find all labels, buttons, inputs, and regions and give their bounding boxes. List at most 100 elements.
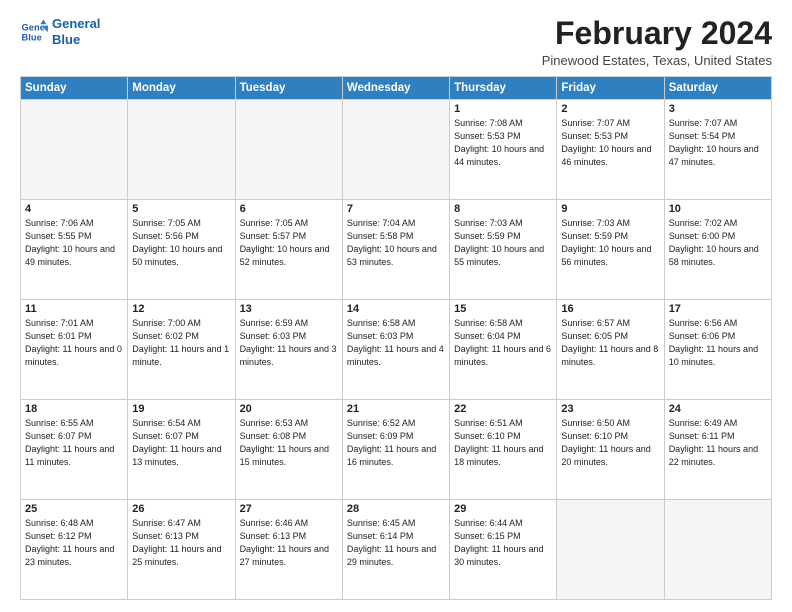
day-number: 4 <box>25 203 123 215</box>
main-title: February 2024 <box>542 16 772 51</box>
day-number: 21 <box>347 403 445 415</box>
logo-icon: General Blue <box>20 18 48 46</box>
day-number: 24 <box>669 403 767 415</box>
calendar-cell: 19Sunrise: 6:54 AMSunset: 6:07 PMDayligh… <box>128 400 235 500</box>
calendar-cell: 8Sunrise: 7:03 AMSunset: 5:59 PMDaylight… <box>450 200 557 300</box>
day-info: Sunrise: 6:52 AMSunset: 6:09 PMDaylight:… <box>347 417 445 469</box>
day-number: 23 <box>561 403 659 415</box>
col-header-saturday: Saturday <box>664 77 771 100</box>
svg-text:Blue: Blue <box>22 32 42 42</box>
col-header-friday: Friday <box>557 77 664 100</box>
day-info: Sunrise: 6:47 AMSunset: 6:13 PMDaylight:… <box>132 517 230 569</box>
calendar-cell: 2 Sunrise: 7:07 AMSunset: 5:53 PMDaylight… <box>557 100 664 200</box>
calendar-cell <box>664 500 771 600</box>
calendar-cell <box>342 100 449 200</box>
logo-line1: General <box>52 16 100 31</box>
calendar-cell: 15 Sunrise: 6:58 AMSunset: 6:04 PMDayligh… <box>450 300 557 400</box>
day-info: Sunrise: 6:44 AMSunset: 6:15 PMDaylight:… <box>454 517 552 569</box>
calendar-week-5: 25 Sunrise: 6:48 AMSunset: 6:12 PMDayligh… <box>21 500 772 600</box>
logo: General Blue General Blue <box>20 16 100 47</box>
calendar-header-row: SundayMondayTuesdayWednesdayThursdayFrid… <box>21 77 772 100</box>
day-info: Sunrise: 6:56 AMSunset: 6:06 PMDaylight:… <box>669 317 767 369</box>
day-info: Sunrise: 6:49 AMSunset: 6:11 PMDaylight:… <box>669 417 767 469</box>
calendar-cell: 9 Sunrise: 7:03 AMSunset: 5:59 PMDaylight… <box>557 200 664 300</box>
day-number: 5 <box>132 203 230 215</box>
day-info: Sunrise: 6:54 AMSunset: 6:07 PMDaylight:… <box>132 417 230 469</box>
day-info: Sunrise: 7:01 AMSunset: 6:01 PMDaylight:… <box>25 317 123 369</box>
day-info: Sunrise: 6:51 AMSunset: 6:10 PMDaylight:… <box>454 417 552 469</box>
col-header-thursday: Thursday <box>450 77 557 100</box>
col-header-monday: Monday <box>128 77 235 100</box>
day-number: 1 <box>454 103 552 115</box>
day-info: Sunrise: 6:53 AMSunset: 6:08 PMDaylight:… <box>240 417 338 469</box>
calendar-cell: 7 Sunrise: 7:04 AMSunset: 5:58 PMDaylight… <box>342 200 449 300</box>
calendar-week-2: 4 Sunrise: 7:06 AMSunset: 5:55 PMDaylight… <box>21 200 772 300</box>
day-number: 29 <box>454 503 552 515</box>
calendar-cell: 23Sunrise: 6:50 AMSunset: 6:10 PMDayligh… <box>557 400 664 500</box>
calendar-cell: 14Sunrise: 6:58 AMSunset: 6:03 PMDayligh… <box>342 300 449 400</box>
calendar-cell: 26 Sunrise: 6:47 AMSunset: 6:13 PMDayligh… <box>128 500 235 600</box>
calendar-table: SundayMondayTuesdayWednesdayThursdayFrid… <box>20 76 772 600</box>
subtitle: Pinewood Estates, Texas, United States <box>542 53 772 68</box>
calendar-cell: 28 Sunrise: 6:45 AMSunset: 6:14 PMDayligh… <box>342 500 449 600</box>
calendar-cell: 25 Sunrise: 6:48 AMSunset: 6:12 PMDayligh… <box>21 500 128 600</box>
day-number: 8 <box>454 203 552 215</box>
calendar-cell <box>128 100 235 200</box>
day-number: 7 <box>347 203 445 215</box>
calendar-cell: 29 Sunrise: 6:44 AMSunset: 6:15 PMDayligh… <box>450 500 557 600</box>
calendar-cell: 20 Sunrise: 6:53 AMSunset: 6:08 PMDayligh… <box>235 400 342 500</box>
col-header-tuesday: Tuesday <box>235 77 342 100</box>
day-info: Sunrise: 6:48 AMSunset: 6:12 PMDaylight:… <box>25 517 123 569</box>
day-info: Sunrise: 6:58 AMSunset: 6:03 PMDaylight:… <box>347 317 445 369</box>
day-info: Sunrise: 6:45 AMSunset: 6:14 PMDaylight:… <box>347 517 445 569</box>
calendar-cell: 1 Sunrise: 7:08 AMSunset: 5:53 PMDaylight… <box>450 100 557 200</box>
day-info: Sunrise: 7:07 AMSunset: 5:53 PMDaylight:… <box>561 117 659 169</box>
calendar-cell: 13Sunrise: 6:59 AMSunset: 6:03 PMDayligh… <box>235 300 342 400</box>
calendar-cell: 16 Sunrise: 6:57 AMSunset: 6:05 PMDayligh… <box>557 300 664 400</box>
day-number: 3 <box>669 103 767 115</box>
day-info: Sunrise: 7:00 AMSunset: 6:02 PMDaylight:… <box>132 317 230 369</box>
calendar-cell: 11 Sunrise: 7:01 AMSunset: 6:01 PMDayligh… <box>21 300 128 400</box>
day-number: 9 <box>561 203 659 215</box>
logo-text: General Blue <box>52 16 100 47</box>
col-header-sunday: Sunday <box>21 77 128 100</box>
day-number: 20 <box>240 403 338 415</box>
calendar-cell: 27 Sunrise: 6:46 AMSunset: 6:13 PMDayligh… <box>235 500 342 600</box>
day-number: 2 <box>561 103 659 115</box>
col-header-wednesday: Wednesday <box>342 77 449 100</box>
day-number: 25 <box>25 503 123 515</box>
calendar-week-3: 11 Sunrise: 7:01 AMSunset: 6:01 PMDayligh… <box>21 300 772 400</box>
day-number: 12 <box>132 303 230 315</box>
day-number: 27 <box>240 503 338 515</box>
day-info: Sunrise: 7:02 AMSunset: 6:00 PMDaylight:… <box>669 217 767 269</box>
day-info: Sunrise: 7:05 AMSunset: 5:56 PMDaylight:… <box>132 217 230 269</box>
calendar-cell: 3 Sunrise: 7:07 AMSunset: 5:54 PMDaylight… <box>664 100 771 200</box>
calendar-cell: 6Sunrise: 7:05 AMSunset: 5:57 PMDaylight… <box>235 200 342 300</box>
day-info: Sunrise: 7:07 AMSunset: 5:54 PMDaylight:… <box>669 117 767 169</box>
day-info: Sunrise: 6:46 AMSunset: 6:13 PMDaylight:… <box>240 517 338 569</box>
day-info: Sunrise: 6:55 AMSunset: 6:07 PMDaylight:… <box>25 417 123 469</box>
day-number: 28 <box>347 503 445 515</box>
day-info: Sunrise: 7:04 AMSunset: 5:58 PMDaylight:… <box>347 217 445 269</box>
calendar-cell <box>21 100 128 200</box>
day-number: 16 <box>561 303 659 315</box>
calendar-cell: 12 Sunrise: 7:00 AMSunset: 6:02 PMDayligh… <box>128 300 235 400</box>
day-info: Sunrise: 6:58 AMSunset: 6:04 PMDaylight:… <box>454 317 552 369</box>
day-info: Sunrise: 7:08 AMSunset: 5:53 PMDaylight:… <box>454 117 552 169</box>
calendar-cell: 24 Sunrise: 6:49 AMSunset: 6:11 PMDayligh… <box>664 400 771 500</box>
day-number: 26 <box>132 503 230 515</box>
day-number: 15 <box>454 303 552 315</box>
day-number: 13 <box>240 303 338 315</box>
day-info: Sunrise: 7:03 AMSunset: 5:59 PMDaylight:… <box>561 217 659 269</box>
day-info: Sunrise: 7:05 AMSunset: 5:57 PMDaylight:… <box>240 217 338 269</box>
day-number: 22 <box>454 403 552 415</box>
calendar-cell: 17Sunrise: 6:56 AMSunset: 6:06 PMDayligh… <box>664 300 771 400</box>
day-info: Sunrise: 7:06 AMSunset: 5:55 PMDaylight:… <box>25 217 123 269</box>
calendar-cell: 10Sunrise: 7:02 AMSunset: 6:00 PMDayligh… <box>664 200 771 300</box>
day-number: 18 <box>25 403 123 415</box>
day-number: 11 <box>25 303 123 315</box>
day-info: Sunrise: 6:57 AMSunset: 6:05 PMDaylight:… <box>561 317 659 369</box>
title-block: February 2024 Pinewood Estates, Texas, U… <box>542 16 772 68</box>
logo-line2: Blue <box>52 32 80 47</box>
calendar-week-1: 1 Sunrise: 7:08 AMSunset: 5:53 PMDaylight… <box>21 100 772 200</box>
